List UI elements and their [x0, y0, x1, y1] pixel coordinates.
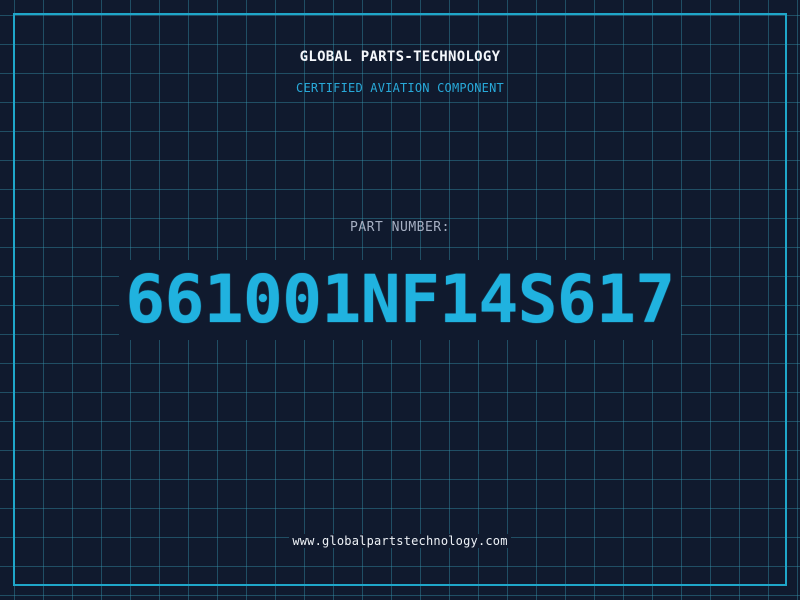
website-url: www.globalpartstechnology.com — [289, 534, 511, 548]
brand-title: GLOBAL PARTS-TECHNOLOGY — [299, 49, 501, 65]
website-container: www.globalpartstechnology.com — [0, 530, 800, 549]
certification-tagline: CERTIFIED AVIATION COMPONENT — [296, 81, 504, 95]
part-number-label: PART NUMBER: — [350, 220, 450, 235]
part-number-value: 661001NF14S617 — [119, 260, 681, 340]
part-number-container: 661001NF14S617 — [0, 255, 800, 345]
